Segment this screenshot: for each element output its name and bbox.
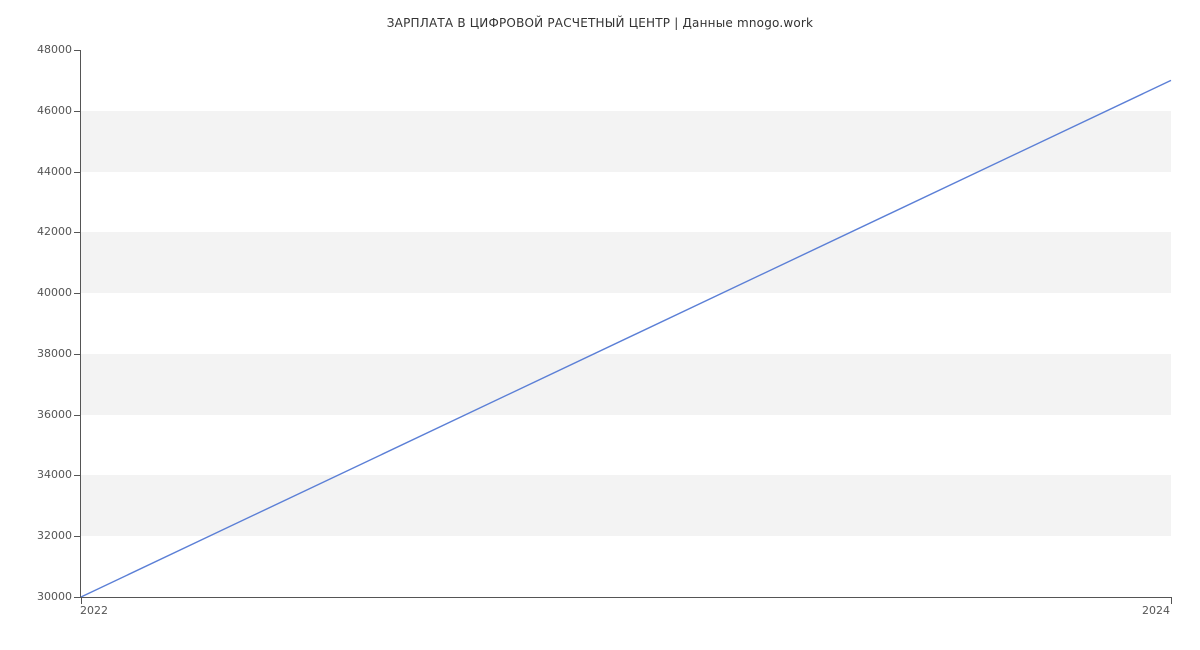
y-tick-label: 46000 [0,104,72,117]
y-tick-label: 40000 [0,286,72,299]
plot-area [80,50,1171,598]
x-tick-label: 2022 [80,604,108,617]
y-tick [74,536,81,537]
y-tick [74,597,81,598]
y-tick-label: 42000 [0,225,72,238]
x-tick-label: 2024 [1142,604,1170,617]
line-chart: ЗАРПЛАТА В ЦИФРОВОЙ РАСЧЕТНЫЙ ЦЕНТР | Да… [0,0,1200,650]
y-tick [74,172,81,173]
y-tick-label: 30000 [0,590,72,603]
y-tick [74,415,81,416]
y-tick-label: 48000 [0,43,72,56]
x-tick [81,597,82,604]
chart-title: ЗАРПЛАТА В ЦИФРОВОЙ РАСЧЕТНЫЙ ЦЕНТР | Да… [0,16,1200,30]
y-tick-label: 34000 [0,468,72,481]
data-line [81,50,1171,597]
y-tick [74,293,81,294]
x-tick [1171,597,1172,604]
y-tick-label: 32000 [0,529,72,542]
y-tick-label: 44000 [0,165,72,178]
y-tick [74,50,81,51]
y-tick [74,475,81,476]
y-tick [74,354,81,355]
y-tick [74,232,81,233]
y-tick [74,111,81,112]
y-tick-label: 38000 [0,347,72,360]
y-tick-label: 36000 [0,408,72,421]
